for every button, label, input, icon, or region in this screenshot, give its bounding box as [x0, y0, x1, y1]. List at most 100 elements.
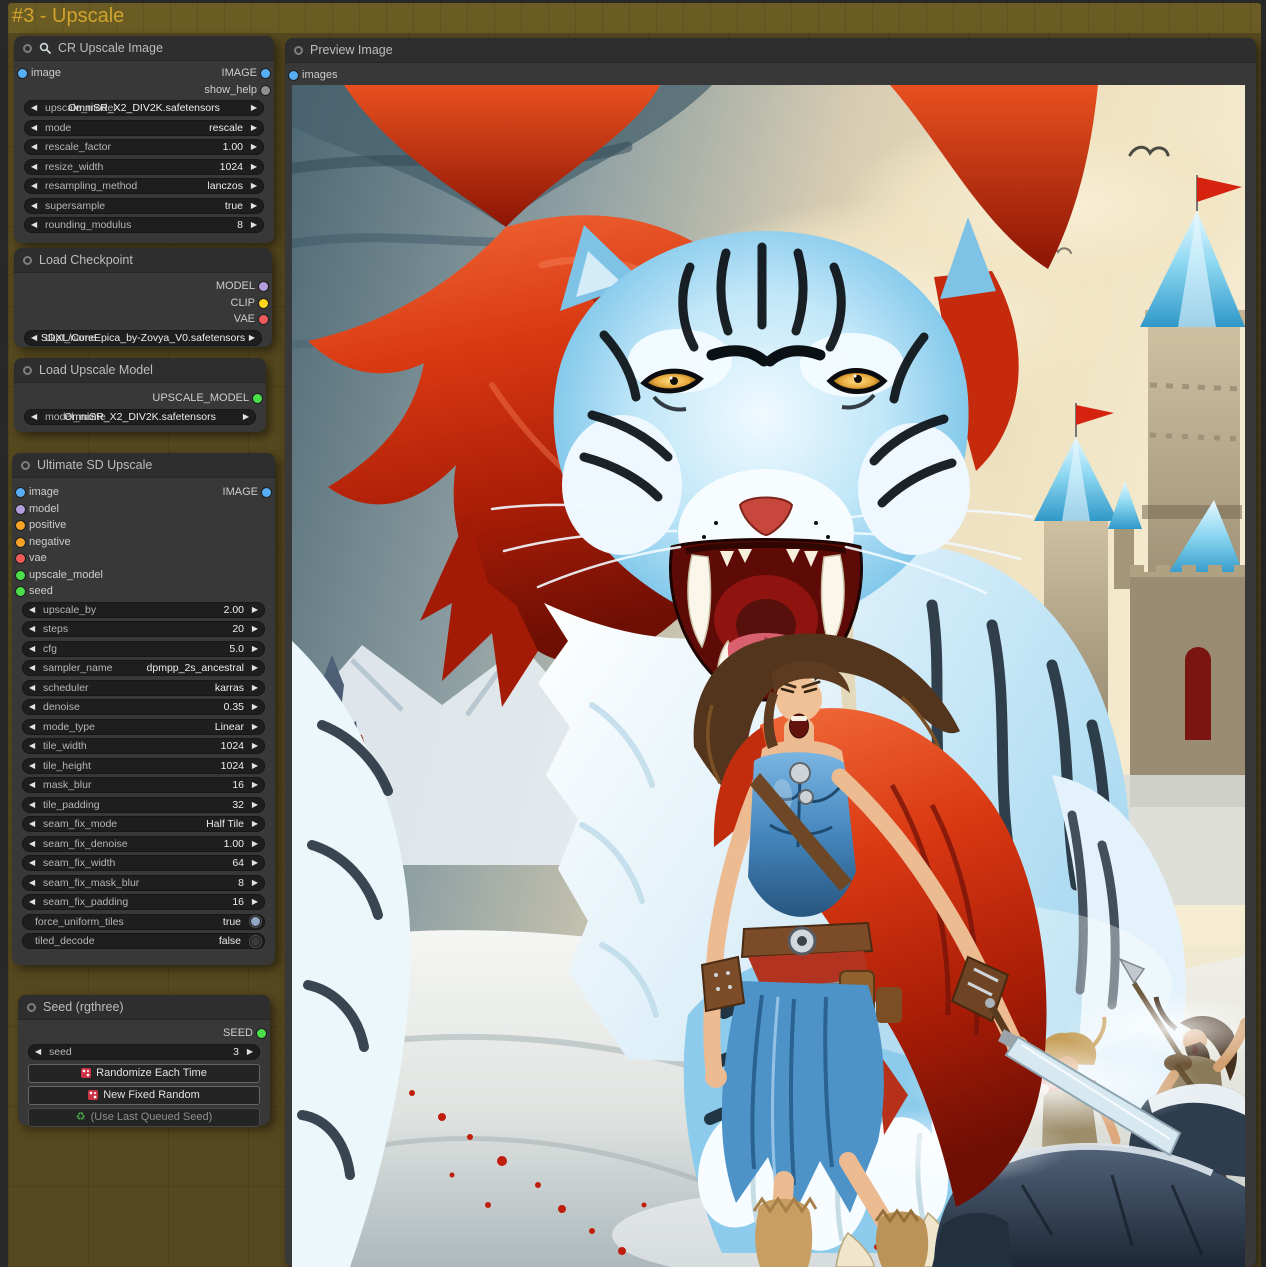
decrement-arrow-icon[interactable]: ◀: [31, 217, 37, 233]
decrement-arrow-icon[interactable]: ◀: [29, 875, 35, 891]
decrement-arrow-icon[interactable]: ◀: [29, 719, 35, 735]
decrement-arrow-icon[interactable]: ◀: [29, 816, 35, 832]
widget-rounding_modulus[interactable]: ◀ rounding_modulus 8 ▶: [24, 217, 264, 233]
decrement-arrow-icon[interactable]: ◀: [35, 1044, 41, 1060]
increment-arrow-icon[interactable]: ▶: [249, 330, 255, 346]
widget-upscale_by[interactable]: ◀ upscale_by 2.00 ▶: [22, 601, 265, 618]
increment-arrow-icon[interactable]: ▶: [252, 816, 258, 832]
widget-mode_type[interactable]: ◀ mode_type Linear ▶: [22, 718, 265, 735]
node-load-upscale-model[interactable]: Load Upscale Model UPSCALE_MODEL ◀ model_…: [14, 358, 266, 432]
increment-arrow-icon[interactable]: ▶: [251, 178, 257, 194]
decrement-arrow-icon[interactable]: ◀: [29, 680, 35, 696]
decrement-arrow-icon[interactable]: ◀: [31, 409, 37, 425]
decrement-arrow-icon[interactable]: ◀: [29, 797, 35, 813]
widget-mode[interactable]: ◀ mode rescale ▶: [24, 119, 264, 136]
increment-arrow-icon[interactable]: ▶: [252, 738, 258, 754]
increment-arrow-icon[interactable]: ▶: [251, 139, 257, 155]
input-port-image[interactable]: [16, 488, 25, 497]
decrement-arrow-icon[interactable]: ◀: [29, 836, 35, 852]
randomize-each-time-button[interactable]: Randomize Each Time: [28, 1063, 260, 1083]
widget-seam_fix_mask_blur[interactable]: ◀ seam_fix_mask_blur 8 ▶: [22, 874, 265, 891]
input-port-image[interactable]: [18, 69, 27, 78]
increment-arrow-icon[interactable]: ▶: [252, 621, 258, 637]
decrement-arrow-icon[interactable]: ◀: [29, 602, 35, 618]
widget-resize_width[interactable]: ◀ resize_width 1024 ▶: [24, 158, 264, 175]
toggle-dot-icon[interactable]: [250, 916, 261, 927]
collapse-dot-icon[interactable]: [23, 255, 32, 265]
input-port-positive[interactable]: [16, 521, 25, 530]
collapse-dot-icon[interactable]: [294, 45, 303, 55]
decrement-arrow-icon[interactable]: ◀: [29, 894, 35, 910]
increment-arrow-icon[interactable]: ▶: [251, 100, 257, 116]
widget-ckpt_name[interactable]: ◀ ckpt_name SDXL/CoreEpica_by-Zovya_V0.saf…: [24, 329, 262, 346]
decrement-arrow-icon[interactable]: ◀: [29, 621, 35, 637]
node-cr-upscale-image[interactable]: CR Upscale Image image IMAGE show_help ◀…: [14, 36, 274, 243]
collapse-dot-icon[interactable]: [23, 365, 32, 375]
increment-arrow-icon[interactable]: ▶: [251, 198, 257, 214]
node-titlebar[interactable]: CR Upscale Image: [14, 36, 274, 61]
increment-arrow-icon[interactable]: ▶: [252, 602, 258, 618]
toggle-dot-icon[interactable]: [250, 935, 261, 947]
increment-arrow-icon[interactable]: ▶: [252, 660, 258, 676]
widget-cfg[interactable]: ◀ cfg 5.0 ▶: [22, 640, 265, 657]
widget-seam_fix_denoise[interactable]: ◀ seam_fix_denoise 1.00 ▶: [22, 835, 265, 852]
decrement-arrow-icon[interactable]: ◀: [31, 100, 37, 116]
increment-arrow-icon[interactable]: ▶: [252, 680, 258, 696]
widget-seam_fix_width[interactable]: ◀ seam_fix_width 64 ▶: [22, 855, 265, 871]
increment-arrow-icon[interactable]: ▶: [251, 120, 257, 136]
input-port-upscale-model[interactable]: [16, 570, 25, 580]
collapse-dot-icon[interactable]: [21, 460, 30, 470]
node-titlebar[interactable]: Load Upscale Model: [14, 358, 266, 383]
widget-scheduler[interactable]: ◀ scheduler karras ▶: [22, 679, 265, 696]
widget-tiled_decode[interactable]: tiled_decode false: [22, 933, 265, 949]
increment-arrow-icon[interactable]: ▶: [252, 641, 258, 657]
node-load-checkpoint[interactable]: Load Checkpoint MODEL CLIP VAE ◀ ckpt_nam…: [14, 248, 272, 347]
collapse-dot-icon[interactable]: [27, 1002, 36, 1012]
output-port-vae[interactable]: [259, 315, 268, 324]
widget-model_name[interactable]: ◀ model_name OmniSR_X2_DIV2K.safetensors ▶: [24, 408, 256, 425]
new-fixed-random-button[interactable]: New Fixed Random: [28, 1085, 260, 1105]
increment-arrow-icon[interactable]: ▶: [252, 758, 258, 774]
group-header[interactable]: #3 - Upscale: [8, 3, 1261, 33]
output-port-clip[interactable]: [259, 298, 268, 308]
widget-seam_fix_padding[interactable]: ◀ seam_fix_padding 16 ▶: [22, 894, 265, 910]
widget-seed[interactable]: ◀ seed 3 ▶: [28, 1043, 260, 1060]
node-ultimate-sd-upscale[interactable]: Ultimate SD Upscale image IMAGE model po…: [12, 453, 275, 965]
widget-sampler_name[interactable]: ◀ sampler_name dpmpp_2s_ancestral ▶: [22, 660, 265, 676]
increment-arrow-icon[interactable]: ▶: [252, 875, 258, 891]
output-port-seed[interactable]: [257, 1029, 266, 1038]
output-port-image[interactable]: [262, 488, 271, 497]
node-titlebar[interactable]: Ultimate SD Upscale: [12, 453, 275, 478]
increment-arrow-icon[interactable]: ▶: [247, 1044, 253, 1060]
increment-arrow-icon[interactable]: ▶: [252, 855, 258, 871]
decrement-arrow-icon[interactable]: ◀: [29, 758, 35, 774]
increment-arrow-icon[interactable]: ▶: [251, 159, 257, 175]
node-titlebar[interactable]: Load Checkpoint: [14, 248, 272, 273]
input-port-vae[interactable]: [16, 554, 25, 563]
node-seed-rgthree[interactable]: Seed (rgthree) SEED ◀ seed 3 ▶ Randomize Ea…: [18, 995, 270, 1127]
increment-arrow-icon[interactable]: ▶: [252, 797, 258, 813]
decrement-arrow-icon[interactable]: ◀: [29, 699, 35, 715]
increment-arrow-icon[interactable]: ▶: [243, 409, 249, 425]
input-port-images[interactable]: [289, 71, 298, 80]
output-port-image[interactable]: [261, 69, 270, 78]
use-last-queued-seed-button[interactable]: ♻ (Use Last Queued Seed): [28, 1107, 260, 1127]
decrement-arrow-icon[interactable]: ◀: [29, 777, 35, 793]
output-port-upscale-model[interactable]: [253, 394, 262, 403]
decrement-arrow-icon[interactable]: ◀: [31, 159, 37, 175]
input-port-negative[interactable]: [16, 537, 25, 547]
input-port-seed[interactable]: [16, 587, 25, 596]
decrement-arrow-icon[interactable]: ◀: [31, 330, 37, 346]
decrement-arrow-icon[interactable]: ◀: [29, 738, 35, 754]
preview-image[interactable]: [292, 85, 1245, 1267]
node-preview-image[interactable]: Preview Image images: [285, 38, 1256, 1267]
increment-arrow-icon[interactable]: ▶: [252, 719, 258, 735]
decrement-arrow-icon[interactable]: ◀: [31, 120, 37, 136]
node-titlebar[interactable]: Seed (rgthree): [18, 995, 270, 1020]
widget-rescale_factor[interactable]: ◀ rescale_factor 1.00 ▶: [24, 139, 264, 155]
input-port-model[interactable]: [16, 504, 25, 514]
widget-upscale_model[interactable]: ◀ upscale_model OmniSR_X2_DIV2K.safetensor…: [24, 100, 264, 116]
widget-tile_height[interactable]: ◀ tile_height 1024 ▶: [22, 757, 265, 774]
widget-force_uniform_tiles[interactable]: force_uniform_tiles true: [22, 913, 265, 930]
decrement-arrow-icon[interactable]: ◀: [29, 641, 35, 657]
